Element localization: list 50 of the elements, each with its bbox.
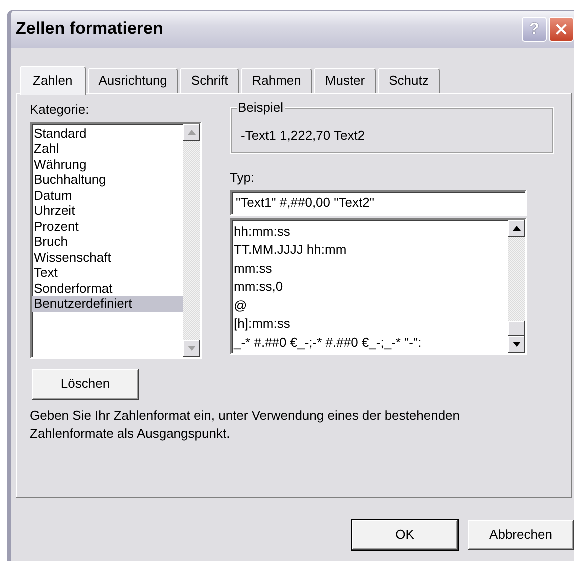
list-item[interactable]: Sonderformat	[32, 280, 183, 296]
cancel-button[interactable]: Abbrechen	[468, 520, 574, 550]
type-field[interactable]: "Text1" #,##0,00 "Text2"	[230, 190, 527, 216]
tab[interactable]: Schutz	[378, 68, 440, 93]
list-item[interactable]: Bruch	[32, 234, 183, 250]
tab[interactable]: Zahlen	[20, 66, 86, 95]
up-arrow-icon	[512, 224, 522, 232]
scroll-down-button[interactable]	[183, 340, 200, 357]
close-button[interactable]	[549, 17, 574, 42]
delete-button[interactable]: Löschen	[32, 368, 139, 400]
down-arrow-icon	[512, 340, 522, 348]
list-item[interactable]: _-* #.##0 €_-;-* #.##0 €_-;_-* "-":	[232, 334, 508, 352]
scrollbar[interactable]	[183, 124, 200, 357]
type-label: Typ:	[230, 170, 256, 186]
list-item[interactable]: Uhrzeit	[32, 203, 183, 219]
window-title: Zellen formatieren	[16, 19, 164, 40]
list-item[interactable]: Zahl	[32, 141, 183, 157]
tab[interactable]: Ausrichtung	[88, 68, 178, 93]
list-item[interactable]: Datum	[32, 188, 183, 204]
list-item[interactable]: Standard	[32, 126, 183, 142]
scrollbar[interactable]	[508, 220, 525, 353]
list-item[interactable]: Benutzerdefiniert	[32, 296, 183, 312]
list-item[interactable]: mm:ss,0	[232, 278, 508, 297]
list-item[interactable]: mm:ss	[232, 260, 508, 278]
scroll-up-button[interactable]	[183, 124, 200, 141]
list-item[interactable]: TT.MM.JJJJ hh:mm	[232, 241, 508, 260]
group-label: Beispiel	[237, 100, 285, 116]
list-item[interactable]: @	[232, 296, 508, 316]
scroll-up-button[interactable]	[508, 220, 525, 237]
category-label: Kategorie:	[30, 102, 90, 118]
close-icon	[556, 23, 567, 36]
up-arrow-icon	[186, 128, 196, 136]
tab[interactable]: Rahmen	[241, 68, 312, 93]
tab[interactable]: Schrift	[180, 68, 240, 93]
list-item[interactable]: Buchhaltung	[32, 172, 183, 188]
list-item[interactable]: hh:mm:ss	[232, 222, 508, 242]
category-list[interactable]: Standard Zahl Währung Buchhaltung Datum Uhrzeit Prozent Bruch Wissenschaft Text Sonderformat Benutzerdefiniert	[30, 122, 202, 359]
description-text: Geben Sie Ihr Zahlenformat ein, unter Verwendung eines der bestehenden Zahlenformate als Ausgangspunkt.	[30, 406, 462, 443]
scroll-down-button[interactable]	[508, 336, 525, 353]
scroll-thumb[interactable]	[508, 320, 525, 336]
list-item[interactable]: Prozent	[32, 218, 183, 234]
ok-button[interactable]: OK	[352, 520, 458, 550]
list-item[interactable]: Text	[32, 265, 183, 281]
tab[interactable]: Muster	[314, 68, 376, 93]
format-list[interactable]: hh:mm:ss TT.MM.JJJJ hh:mm mm:ss mm:ss,0 @ [h]:mm:ss _-* #.##0 €_-;-* #.##0 €_-;_-* "-":	[230, 218, 527, 355]
down-arrow-icon	[186, 344, 196, 352]
list-item[interactable]: [h]:mm:ss	[232, 315, 508, 334]
list-item[interactable]: Währung	[32, 156, 183, 172]
list-item[interactable]: Wissenschaft	[32, 250, 183, 266]
sample-text: -Text1 1,222,70 Text2	[241, 128, 366, 144]
